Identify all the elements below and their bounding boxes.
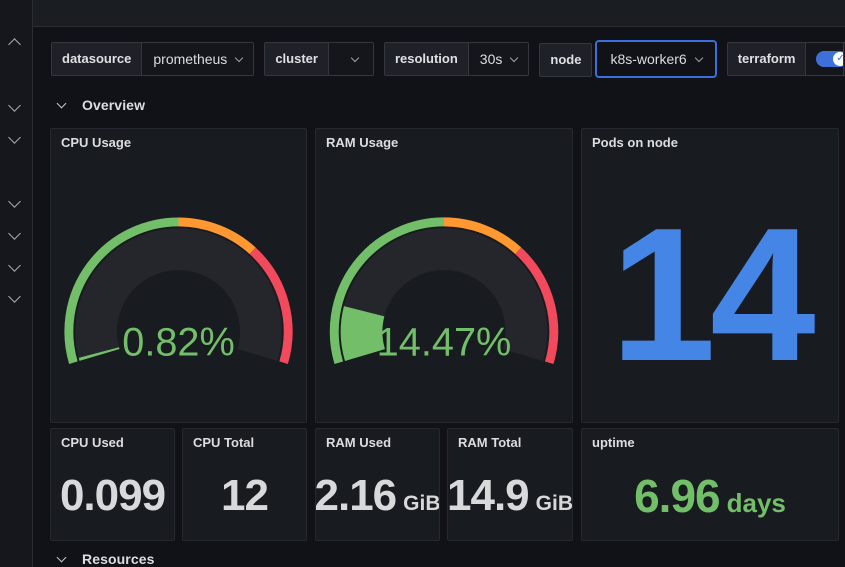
variable-cluster: cluster — [264, 42, 374, 76]
cpu-gauge: 0.82% — [64, 217, 293, 364]
row-title: Overview — [82, 97, 146, 113]
variable-terraform: terraform ✓ — [726, 42, 845, 76]
variables-toolbar: datasource prometheus cluster resolution… — [51, 40, 845, 78]
variable-node: node k8s-worker6 — [539, 40, 717, 78]
panel-title[interactable]: Pods on node — [582, 129, 838, 152]
chevron-down-icon — [56, 98, 67, 109]
chevron-up-icon[interactable] — [8, 38, 21, 51]
stat-unit: GiB — [403, 492, 440, 515]
variable-resolution: resolution 30s — [383, 42, 530, 76]
ram-total-panel: RAM Total 14.9 GiB — [447, 428, 573, 541]
row-title: Resources — [82, 551, 155, 567]
panel-title[interactable]: CPU Total — [183, 429, 306, 452]
stat-unit: GiB — [535, 492, 573, 515]
ram-gauge: 14.47% — [329, 217, 559, 364]
stat-value: 12 — [221, 471, 269, 520]
datasource-dropdown[interactable]: prometheus — [142, 43, 254, 75]
stat-body: 14.9 GiB — [448, 452, 572, 540]
chevron-down-icon — [694, 53, 703, 62]
cpu-usage-panel: CPU Usage 0.82% — [50, 128, 307, 423]
chevron-down-icon[interactable] — [8, 131, 21, 144]
variable-label: terraform — [727, 43, 807, 75]
uptime-panel: uptime 6.96 days — [581, 428, 839, 541]
chevron-down-icon — [56, 552, 67, 563]
panel-title[interactable]: RAM Total — [448, 429, 572, 452]
chevron-down-icon[interactable] — [8, 259, 21, 272]
chevron-down-icon — [351, 53, 360, 62]
chevron-down-icon — [235, 53, 244, 62]
panel-title[interactable]: CPU Used — [51, 429, 174, 452]
ram-used-panel: RAM Used 2.16 GiB — [315, 428, 440, 541]
resolution-dropdown[interactable]: 30s — [468, 43, 529, 75]
stat-value: 2.16 — [315, 471, 397, 520]
dropdown-value: 30s — [479, 51, 503, 67]
stat-value: 0.099 — [59, 471, 166, 520]
stat-body: 14 — [582, 152, 838, 422]
stat-body: 0.099 — [51, 452, 174, 540]
variable-label: cluster — [265, 43, 329, 75]
stat-value: 14.9 — [447, 471, 530, 520]
stat-body: 6.96 days — [582, 452, 838, 540]
gauge-value: 14.47% — [377, 320, 512, 364]
row-header-overview[interactable]: Overview — [56, 97, 146, 113]
stat-unit: days — [726, 488, 786, 518]
variable-label: node — [539, 43, 593, 77]
stat-body: 2.16 GiB — [316, 452, 439, 540]
chevron-down-icon[interactable] — [8, 99, 21, 112]
pods-on-node-panel: Pods on node 14 — [581, 128, 839, 423]
left-sidebar — [0, 0, 33, 567]
panel-title[interactable]: uptime — [582, 429, 838, 452]
dropdown-value: k8s-worker6 — [610, 51, 687, 67]
grafana-dashboard: datasource prometheus cluster resolution… — [0, 0, 845, 567]
top-header-strip — [33, 0, 845, 27]
panel-title[interactable]: RAM Used — [316, 429, 439, 452]
pods-count-value: 14 — [610, 189, 815, 401]
terraform-toggle[interactable]: ✓ — [816, 51, 845, 67]
chevron-down-icon[interactable] — [8, 290, 21, 303]
variable-datasource: datasource prometheus — [51, 42, 255, 76]
row-header-resources[interactable]: Resources — [56, 551, 155, 567]
cpu-used-panel: CPU Used 0.099 — [50, 428, 175, 541]
variable-label: resolution — [384, 43, 469, 75]
node-dropdown-focused[interactable]: k8s-worker6 — [595, 40, 717, 78]
chevron-down-icon[interactable] — [8, 227, 21, 240]
cluster-dropdown[interactable] — [328, 43, 373, 75]
stat-value: 6.96 — [634, 470, 721, 522]
stat-body: 12 — [183, 452, 306, 540]
cpu-total-panel: CPU Total 12 — [182, 428, 307, 541]
chevron-down-icon[interactable] — [8, 195, 21, 208]
ram-usage-panel: RAM Usage 14.47% — [315, 128, 573, 423]
variable-label: datasource — [52, 43, 143, 75]
chevron-down-icon — [510, 53, 519, 62]
gauge-value: 0.82% — [122, 320, 235, 364]
dropdown-value: prometheus — [153, 51, 228, 67]
terraform-toggle-area: ✓ — [806, 43, 845, 75]
